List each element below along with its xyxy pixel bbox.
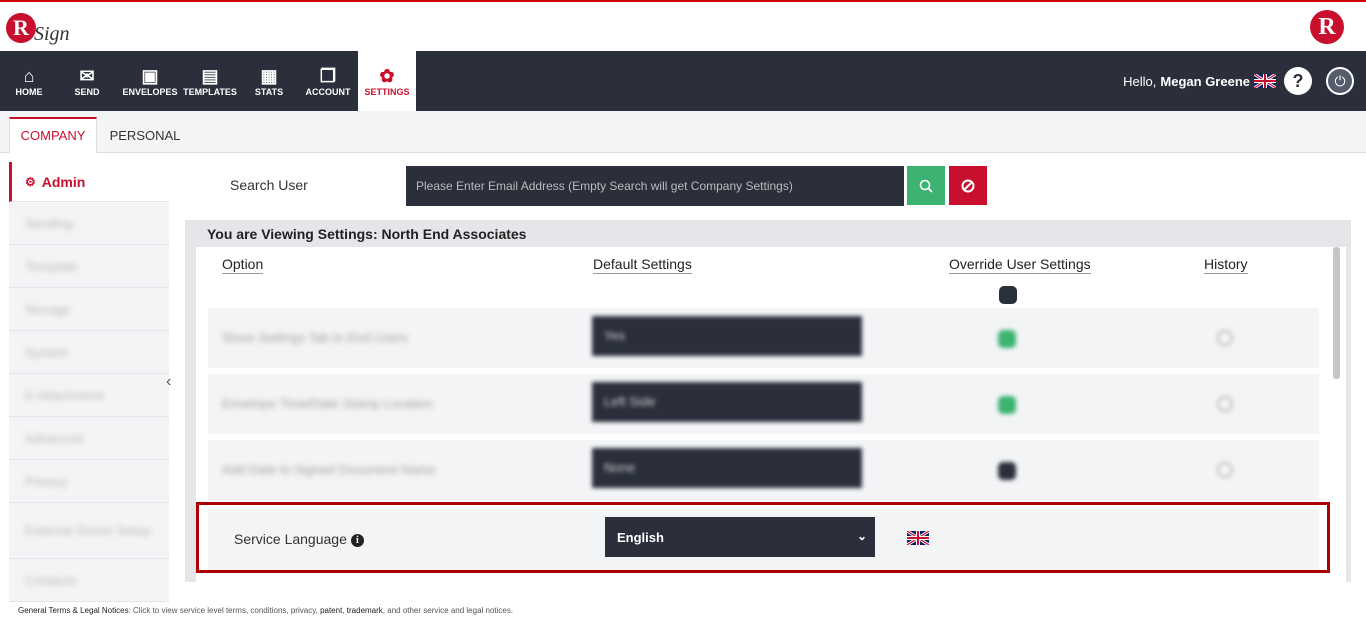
copy-icon: ❐ xyxy=(319,66,337,86)
highlight-box xyxy=(196,502,1330,573)
sidebar-item-storage[interactable]: Storage xyxy=(9,288,169,331)
briefcase-icon: ▦ xyxy=(260,66,278,86)
column-header-default: Default Settings xyxy=(593,256,692,274)
nav-send[interactable]: ✉ SEND xyxy=(54,51,120,111)
settings-row: Envelope Time/Date Stamp Location Left S… xyxy=(208,374,1319,434)
nav-account[interactable]: ❐ ACCOUNT xyxy=(298,51,358,111)
clear-search-button[interactable] xyxy=(949,166,987,205)
setting-select[interactable]: None xyxy=(592,448,862,488)
logo-text: Sign xyxy=(34,22,70,45)
logo-mark: R xyxy=(6,13,36,43)
settings-sidebar: ⚙ Admin Sending Template Storage System … xyxy=(9,162,169,602)
sidebar-item-template[interactable]: Template xyxy=(9,245,169,288)
tab-personal[interactable]: PERSONAL xyxy=(100,117,190,153)
setting-option-label: Add Date to Signed Document Name xyxy=(222,462,436,477)
power-icon[interactable]: ⏻ xyxy=(1326,67,1354,95)
column-header-history: History xyxy=(1204,256,1248,274)
setting-select[interactable]: Left Side xyxy=(592,382,862,422)
help-button[interactable]: ? xyxy=(1284,67,1312,95)
ban-icon xyxy=(961,179,975,192)
settings-tabs: COMPANY PERSONAL xyxy=(0,111,1366,153)
gear-icon: ✿ xyxy=(379,66,395,86)
search-user-label: Search User xyxy=(230,177,308,193)
override-toggle[interactable] xyxy=(998,396,1016,414)
sidebar-item-privacy[interactable]: Privacy xyxy=(9,460,169,503)
history-icon[interactable] xyxy=(1217,396,1233,412)
override-toggle[interactable] xyxy=(998,330,1016,348)
main-nav: ⌂ HOME ✉ SEND ▣ ENVELOPES ▤ TEMPLATES ▦ … xyxy=(0,51,1366,111)
footer-legal: General Terms & Legal Notices: Click to … xyxy=(18,606,514,615)
rsign-logo[interactable]: R Sign xyxy=(6,8,70,48)
scrollbar[interactable] xyxy=(1333,247,1340,379)
sidebar-item-advanced[interactable]: Advanced xyxy=(9,417,169,460)
sidebar-item-admin[interactable]: ⚙ Admin xyxy=(9,162,169,202)
sidebar-item-system[interactable]: System xyxy=(9,331,169,374)
user-area: Hello, Megan Greene ? ⏻ xyxy=(1123,51,1354,111)
user-name[interactable]: Megan Greene xyxy=(1160,74,1250,89)
uk-flag-icon[interactable] xyxy=(1254,74,1276,88)
override-all-toggle[interactable] xyxy=(999,286,1017,304)
top-bar: R Sign R xyxy=(0,0,1366,51)
footer-patent-link[interactable]: patent xyxy=(320,606,342,615)
footer-legal-link[interactable]: General Terms & Legal Notices xyxy=(18,606,129,615)
sidebar-item-contacts[interactable]: Contacts xyxy=(9,559,169,602)
sidebar-item-sending[interactable]: Sending xyxy=(9,202,169,245)
setting-option-label: Show Settings Tab to End Users xyxy=(222,330,409,345)
column-header-override: Override User Settings xyxy=(949,256,1091,274)
search-user-input[interactable] xyxy=(406,166,904,206)
nav-templates[interactable]: ▤ TEMPLATES xyxy=(180,51,240,111)
viewing-settings-title: You are Viewing Settings: North End Asso… xyxy=(207,226,527,242)
envelope-icon: ✉ xyxy=(79,66,95,86)
nav-envelopes[interactable]: ▣ ENVELOPES xyxy=(120,51,180,111)
override-toggle[interactable] xyxy=(998,462,1016,480)
nav-home[interactable]: ⌂ HOME xyxy=(4,51,54,111)
nav-settings[interactable]: ✿ SETTINGS xyxy=(358,51,416,111)
admin-icon: ⚙ xyxy=(25,174,36,189)
history-icon[interactable] xyxy=(1217,330,1233,346)
collapse-sidebar-icon[interactable]: ‹ xyxy=(166,373,171,391)
search-icon xyxy=(919,179,933,193)
settings-row: Show Settings Tab to End Users Yes xyxy=(208,308,1319,368)
footer-trademark-link[interactable]: trademark xyxy=(347,606,383,615)
column-header-option: Option xyxy=(222,256,264,274)
rpost-logo: R xyxy=(1310,10,1344,44)
setting-option-label: Envelope Time/Date Stamp Location xyxy=(222,396,434,411)
history-icon[interactable] xyxy=(1217,462,1233,478)
tab-company[interactable]: COMPANY xyxy=(9,117,97,153)
settings-row: Add Date to Signed Document Name None xyxy=(208,440,1319,500)
setting-select[interactable]: Yes xyxy=(592,316,862,356)
home-icon: ⌂ xyxy=(23,66,35,86)
inbox-icon: ▣ xyxy=(141,66,159,86)
sidebar-item-external-drives[interactable]: External Drives Setup xyxy=(9,503,169,559)
search-button[interactable] xyxy=(907,166,945,205)
document-icon: ▤ xyxy=(201,66,219,86)
greeting-text: Hello, xyxy=(1123,73,1157,89)
nav-stats[interactable]: ▦ STATS xyxy=(240,51,298,111)
sidebar-item-e-attachment[interactable]: E-Attachment xyxy=(9,374,169,417)
